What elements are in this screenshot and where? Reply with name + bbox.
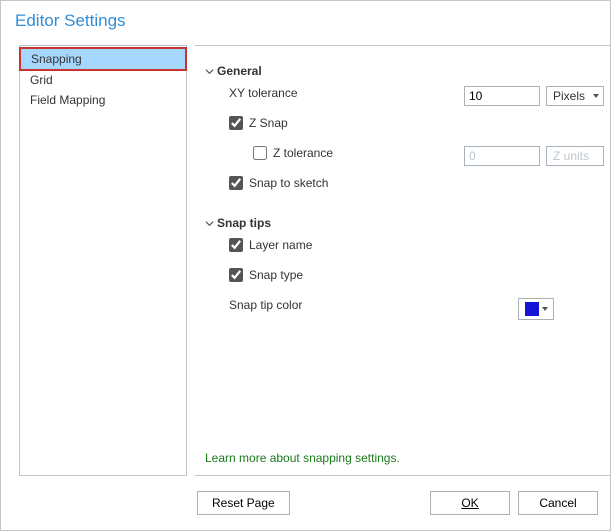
dropdown-icon bbox=[593, 93, 599, 99]
ok-button[interactable]: OK bbox=[430, 491, 510, 515]
sidebar-item-snapping[interactable]: Snapping bbox=[19, 47, 187, 71]
row-z-snap: Z Snap bbox=[205, 116, 604, 138]
section-label: General bbox=[217, 64, 262, 78]
color-swatch bbox=[525, 302, 539, 316]
select-value: Pixels bbox=[553, 89, 585, 103]
z-tolerance-checkbox[interactable] bbox=[253, 146, 267, 160]
snap-type-checkbox-label[interactable]: Snap type bbox=[229, 268, 604, 282]
snap-to-sketch-text: Snap to sketch bbox=[249, 176, 328, 190]
z-snap-text: Z Snap bbox=[249, 116, 288, 130]
dialog-footer: Reset Page OK Cancel bbox=[1, 476, 610, 530]
layer-name-text: Layer name bbox=[249, 238, 312, 252]
reset-page-button[interactable]: Reset Page bbox=[197, 491, 290, 515]
section-header-general[interactable]: General bbox=[205, 64, 604, 78]
snap-type-checkbox[interactable] bbox=[229, 268, 243, 282]
section-header-snap-tips[interactable]: Snap tips bbox=[205, 216, 604, 230]
xy-tolerance-label: XY tolerance bbox=[229, 86, 298, 100]
settings-panel: General XY tolerance Pixels bbox=[195, 45, 610, 476]
sidebar-item-field-mapping[interactable]: Field Mapping bbox=[20, 90, 186, 110]
snap-type-text: Snap type bbox=[249, 268, 303, 282]
sidebar-item-label: Grid bbox=[30, 73, 53, 87]
z-tolerance-text: Z tolerance bbox=[273, 146, 333, 160]
sidebar: Snapping Grid Field Mapping bbox=[19, 45, 187, 476]
select-value: Z units bbox=[553, 149, 589, 163]
row-snap-tip-color: Snap tip color bbox=[205, 298, 604, 320]
snap-tip-color-picker[interactable] bbox=[518, 298, 554, 320]
z-snap-checkbox-label[interactable]: Z Snap bbox=[229, 116, 604, 130]
z-snap-checkbox[interactable] bbox=[229, 116, 243, 130]
row-layer-name: Layer name bbox=[205, 238, 604, 260]
dialog-title: Editor Settings bbox=[1, 1, 610, 39]
sidebar-item-label: Field Mapping bbox=[30, 93, 105, 107]
xy-tolerance-units-select[interactable]: Pixels bbox=[546, 86, 604, 106]
snap-to-sketch-checkbox-label[interactable]: Snap to sketch bbox=[229, 176, 604, 190]
row-snap-to-sketch: Snap to sketch bbox=[205, 176, 604, 198]
row-z-tolerance: Z tolerance Z units bbox=[205, 146, 604, 168]
editor-settings-dialog: Editor Settings Snapping Grid Field Mapp… bbox=[0, 0, 611, 531]
z-tolerance-input bbox=[464, 146, 540, 166]
snap-tip-color-label: Snap tip color bbox=[229, 298, 302, 312]
xy-tolerance-input[interactable] bbox=[464, 86, 540, 106]
chevron-down-icon bbox=[205, 67, 215, 76]
section-label: Snap tips bbox=[217, 216, 271, 230]
chevron-down-icon bbox=[205, 219, 215, 228]
sidebar-item-grid[interactable]: Grid bbox=[20, 70, 186, 90]
layer-name-checkbox-label[interactable]: Layer name bbox=[229, 238, 604, 252]
dialog-body: Snapping Grid Field Mapping General XY t… bbox=[19, 45, 610, 476]
row-xy-tolerance: XY tolerance Pixels bbox=[205, 86, 604, 108]
layer-name-checkbox[interactable] bbox=[229, 238, 243, 252]
learn-more-link[interactable]: Learn more about snapping settings. bbox=[205, 451, 400, 465]
cancel-button[interactable]: Cancel bbox=[518, 491, 598, 515]
row-snap-type: Snap type bbox=[205, 268, 604, 290]
dropdown-icon bbox=[542, 306, 548, 312]
z-tolerance-units-select: Z units bbox=[546, 146, 604, 166]
sidebar-item-label: Snapping bbox=[31, 52, 82, 66]
snap-to-sketch-checkbox[interactable] bbox=[229, 176, 243, 190]
